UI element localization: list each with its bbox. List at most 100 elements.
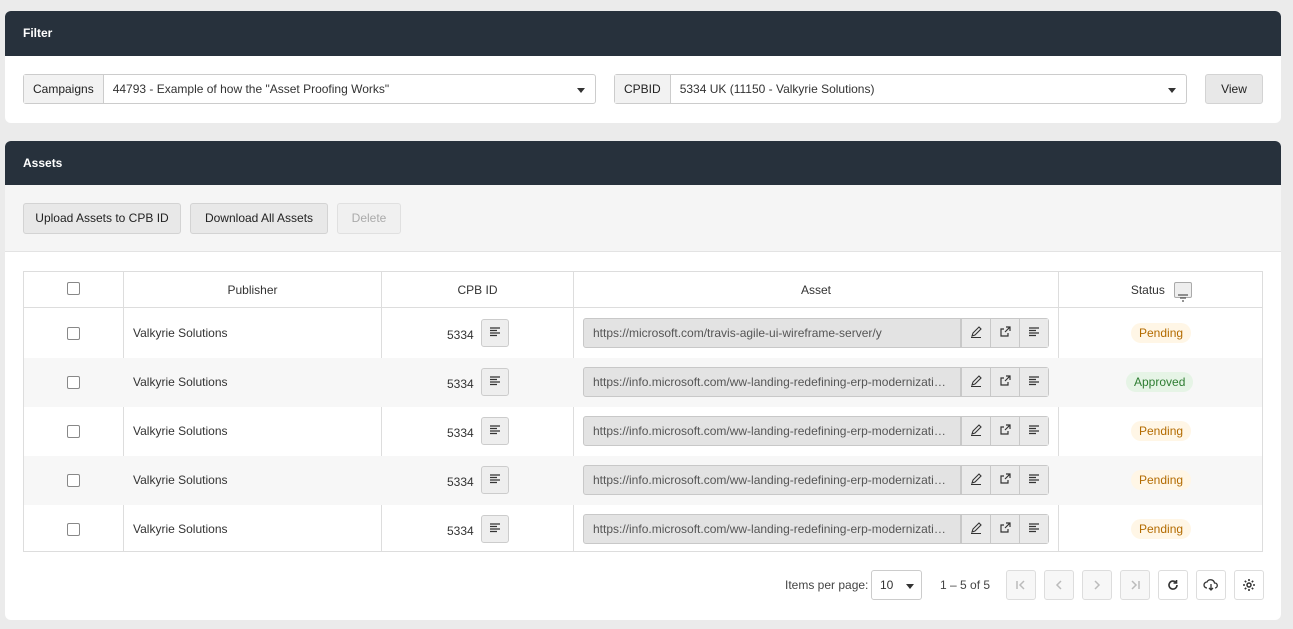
asset-url-field[interactable]: https://info.microsoft.com/ww-landing-re…	[583, 514, 1049, 544]
list-icon	[489, 522, 501, 537]
asset-url-field[interactable]: https://info.microsoft.com/ww-landing-re…	[583, 465, 1049, 495]
column-cpb-id[interactable]: CPB ID	[382, 272, 573, 308]
export-button[interactable]	[1196, 570, 1226, 600]
table-row: Valkyrie Solutions 5334 https://info.micro…	[24, 358, 1262, 407]
publisher-cell: Valkyrie Solutions	[133, 375, 228, 389]
filter-header: Filter	[5, 11, 1281, 56]
cpb-id-cell: 5334	[447, 426, 474, 440]
open-asset-button[interactable]	[990, 319, 1020, 347]
next-page-icon	[1094, 580, 1101, 590]
external-link-icon	[999, 325, 1011, 341]
publisher-cell: Valkyrie Solutions	[133, 473, 228, 487]
assets-panel: Assets Upload Assets to CPB ID Download …	[5, 141, 1281, 620]
status-badge: Pending	[1131, 470, 1192, 490]
cpb-id-details-button[interactable]	[481, 368, 509, 396]
items-per-page-value: 10	[880, 578, 894, 592]
list-icon	[1028, 375, 1040, 390]
list-icon	[489, 473, 501, 488]
campaigns-value-text: 44793 - Example of how the "Asset Proofi…	[112, 82, 390, 96]
campaigns-select[interactable]: Campaigns 44793 - Example of how the "As…	[23, 74, 596, 104]
cpb-id-details-button[interactable]	[481, 466, 509, 494]
prev-page-icon	[1055, 580, 1062, 590]
list-icon	[1028, 522, 1040, 537]
column-publisher[interactable]: Publisher	[124, 272, 381, 308]
filter-icon[interactable]	[1174, 281, 1193, 302]
column-status-label: Status	[1130, 283, 1165, 297]
refresh-button[interactable]	[1158, 570, 1188, 600]
asset-url: https://info.microsoft.com/ww-landing-re…	[584, 417, 962, 445]
items-per-page-select[interactable]: 10	[871, 570, 922, 600]
asset-url-field[interactable]: https://info.microsoft.com/ww-landing-re…	[583, 416, 1049, 446]
edit-icon	[970, 472, 983, 488]
next-page-button[interactable]	[1082, 570, 1112, 600]
gear-icon	[1243, 579, 1255, 591]
list-icon	[1028, 326, 1040, 341]
campaigns-value[interactable]: 44793 - Example of how the "Asset Proofi…	[104, 75, 595, 103]
last-page-button[interactable]	[1120, 570, 1150, 600]
cloud-download-icon	[1203, 579, 1218, 591]
open-asset-button[interactable]	[990, 515, 1020, 543]
edit-icon	[970, 521, 983, 537]
edit-asset-button[interactable]	[961, 466, 991, 494]
row-checkbox[interactable]	[67, 523, 80, 536]
items-per-page-label: Items per page:	[785, 578, 869, 592]
asset-url: https://info.microsoft.com/ww-landing-re…	[584, 466, 962, 494]
paginator: Items per page: 10 1 – 5 of 5	[5, 569, 1281, 601]
first-page-button[interactable]	[1006, 570, 1036, 600]
asset-url-field[interactable]: https://info.microsoft.com/ww-landing-re…	[583, 367, 1049, 397]
list-icon	[1028, 473, 1040, 488]
list-icon	[489, 424, 501, 439]
open-asset-button[interactable]	[990, 466, 1020, 494]
asset-details-button[interactable]	[1019, 417, 1048, 445]
row-checkbox[interactable]	[67, 425, 80, 438]
cpb-id-details-button[interactable]	[481, 515, 509, 543]
cpbid-select[interactable]: CPBID 5334 UK (11150 - Valkyrie Solution…	[614, 74, 1187, 104]
edit-asset-button[interactable]	[961, 417, 991, 445]
caret-down-icon	[1168, 88, 1176, 93]
edit-asset-button[interactable]	[961, 319, 991, 347]
row-checkbox[interactable]	[67, 327, 80, 340]
upload-assets-button[interactable]: Upload Assets to CPB ID	[23, 203, 181, 234]
table-row: Valkyrie Solutions 5334 https://info.micro…	[24, 407, 1262, 456]
edit-asset-button[interactable]	[961, 368, 991, 396]
asset-url: https://info.microsoft.com/ww-landing-re…	[584, 368, 962, 396]
edit-icon	[970, 325, 983, 341]
column-asset[interactable]: Asset	[574, 272, 1058, 308]
open-asset-button[interactable]	[990, 368, 1020, 396]
assets-header: Assets	[5, 141, 1281, 186]
last-page-icon	[1131, 580, 1140, 590]
view-button[interactable]: View	[1205, 74, 1263, 104]
asset-details-button[interactable]	[1019, 319, 1048, 347]
cpb-id-cell: 5334	[447, 377, 474, 391]
settings-button[interactable]	[1234, 570, 1264, 600]
column-status[interactable]: Status	[1059, 272, 1264, 308]
publisher-cell: Valkyrie Solutions	[133, 522, 228, 536]
caret-down-icon	[577, 88, 585, 93]
download-all-button[interactable]: Download All Assets	[190, 203, 328, 234]
campaigns-label: Campaigns	[24, 75, 104, 103]
list-icon	[489, 375, 501, 390]
publisher-cell: Valkyrie Solutions	[133, 424, 228, 438]
status-badge: Approved	[1126, 372, 1194, 392]
publisher-cell: Valkyrie Solutions	[133, 326, 228, 340]
asset-details-button[interactable]	[1019, 466, 1048, 494]
row-checkbox[interactable]	[67, 474, 80, 487]
table-header: Publisher CPB ID Asset Status	[24, 272, 1262, 308]
cpbid-value[interactable]: 5334 UK (11150 - Valkyrie Solutions)	[671, 75, 1186, 103]
select-all-checkbox[interactable]	[67, 282, 80, 295]
edit-asset-button[interactable]	[961, 515, 991, 543]
table-row: Valkyrie Solutions 5334 https://info.micro…	[24, 505, 1262, 554]
asset-url-field[interactable]: https://microsoft.com/travis-agile-ui-wi…	[583, 318, 1049, 348]
status-badge: Pending	[1131, 519, 1192, 539]
assets-toolbar: Upload Assets to CPB ID Download All Ass…	[5, 185, 1281, 252]
cpb-id-details-button[interactable]	[481, 417, 509, 445]
row-checkbox[interactable]	[67, 376, 80, 389]
cpb-id-cell: 5334	[447, 524, 474, 538]
asset-details-button[interactable]	[1019, 368, 1048, 396]
prev-page-button[interactable]	[1044, 570, 1074, 600]
asset-details-button[interactable]	[1019, 515, 1048, 543]
open-asset-button[interactable]	[990, 417, 1020, 445]
cpb-id-details-button[interactable]	[481, 319, 509, 347]
delete-button[interactable]: Delete	[337, 203, 401, 234]
list-icon	[489, 326, 501, 341]
